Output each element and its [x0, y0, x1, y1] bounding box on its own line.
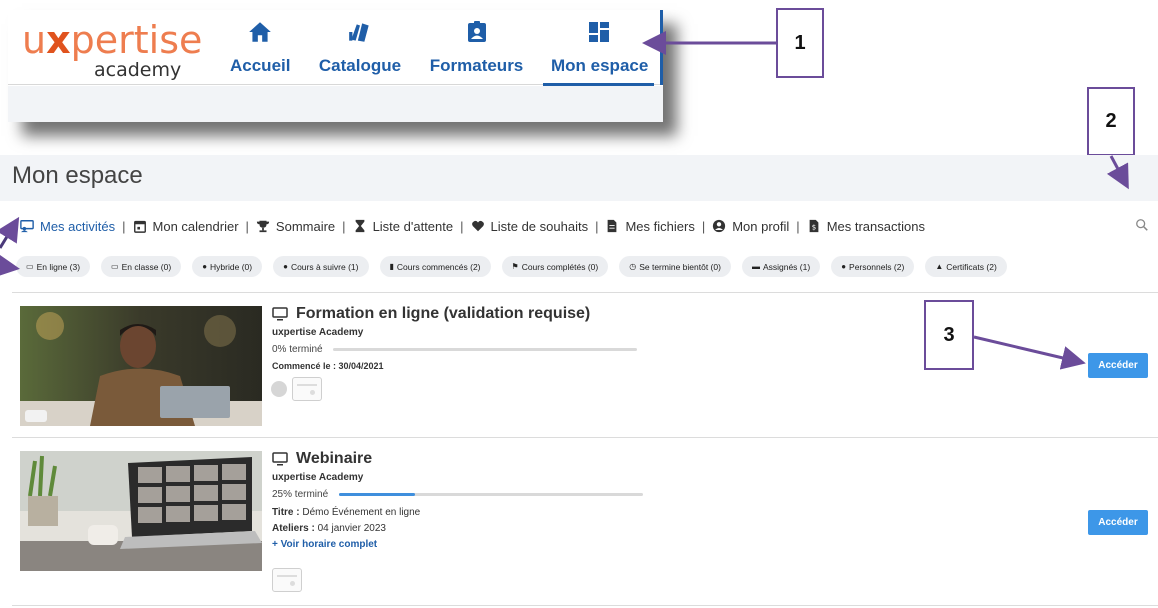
home-icon	[249, 22, 271, 42]
logo-wordmark: uxpertise	[22, 18, 203, 62]
started-date: Commencé le : 30/04/2021	[272, 361, 384, 371]
course-organization: uxpertise Academy	[272, 327, 364, 338]
clock-icon: ◷	[629, 262, 637, 271]
nav-card: uxpertise academy Accueil Catalogue Form…	[8, 10, 663, 122]
workshops-date: Ateliers : 04 janvier 2023	[272, 523, 386, 534]
view-full-schedule-link[interactable]: + Voir horaire complet	[272, 539, 377, 550]
session-title: Titre : Démo Événement en ligne	[272, 507, 421, 518]
tab-separator: |	[460, 218, 464, 234]
tab-separator: |	[342, 218, 346, 234]
course-thumbnail-formation[interactable]	[20, 306, 262, 426]
trophy-icon	[256, 220, 270, 233]
progress-label: 25% terminé	[272, 489, 329, 500]
arrow-chips	[0, 253, 20, 278]
page-title: Mon espace	[12, 162, 143, 189]
tab-separator: |	[122, 218, 126, 234]
access-button[interactable]: Accéder	[1088, 353, 1148, 378]
logo-subtitle: academy	[94, 59, 182, 81]
course-divider	[12, 437, 1158, 438]
filter-chip-se-termine-bientot[interactable]: ◷ Se termine bientôt (0)	[619, 256, 731, 277]
nav-item-mon-espace[interactable]: Mon espace	[543, 18, 654, 86]
page-header	[0, 155, 1158, 201]
nav-item-formateurs[interactable]: Formateurs	[429, 18, 524, 82]
tab-separator: |	[245, 218, 249, 234]
arrow-3	[973, 335, 1086, 370]
filter-chip-cours-completes[interactable]: ⚑ Cours complétés (0)	[501, 256, 609, 277]
activity-tabs: Mes activités | Mon calendrier | Sommair…	[20, 216, 925, 236]
filter-chip-personnels[interactable]: ● Personnels (2)	[831, 256, 915, 277]
tab-liste-attente[interactable]: Liste d'attente	[353, 219, 453, 234]
filter-chip-hybride[interactable]: ● Hybride (0)	[192, 256, 263, 277]
nav-edge-accent	[660, 10, 663, 85]
certificate-icon[interactable]	[292, 377, 322, 401]
graduation-cap-icon: ▲	[935, 262, 944, 271]
filter-chips: ▭ En ligne (3) ▭ En classe (0) ● Hybride (0…	[16, 256, 1007, 277]
progress-label: 0% terminé	[272, 344, 323, 355]
receipt-icon: $	[809, 219, 819, 233]
course-title[interactable]: Formation en ligne (validation requise)	[272, 305, 590, 323]
person-icon: ●	[841, 262, 847, 271]
tab-mes-transactions[interactable]: $ Mes transactions	[807, 219, 925, 234]
check-circle-icon: ●	[202, 262, 208, 271]
tab-mes-activites[interactable]: Mes activités	[20, 219, 115, 234]
trainer-badge-icon	[467, 21, 486, 42]
dashboard-icon	[588, 22, 609, 42]
course-title[interactable]: Webinaire	[272, 450, 372, 468]
heart-icon	[471, 220, 484, 232]
activities-icon	[20, 220, 34, 233]
tab-mes-fichiers[interactable]: Mes fichiers	[605, 219, 695, 234]
monitor-icon	[272, 307, 288, 321]
laptop-video-call-image	[20, 451, 262, 571]
id-card-icon: ▬	[751, 262, 760, 271]
man-with-laptop-image	[20, 306, 262, 426]
filter-chip-en-ligne[interactable]: ▭ En ligne (3)	[16, 256, 91, 277]
search-icon[interactable]	[1135, 218, 1149, 232]
file-icon	[608, 219, 617, 233]
filter-chip-cours-a-suivre[interactable]: ● Cours à suivre (1)	[273, 256, 369, 277]
nav-item-accueil[interactable]: Accueil	[230, 18, 290, 82]
course-thumbnail-webinaire[interactable]	[20, 451, 262, 571]
monitor-icon	[272, 452, 288, 466]
annotation-3: 3	[924, 300, 974, 370]
filter-chip-assignes[interactable]: ▬ Assignés (1)	[741, 256, 821, 277]
user-circle-icon	[713, 219, 726, 233]
plus-circle-icon: ●	[283, 262, 288, 271]
course-organization: uxpertise Academy	[272, 472, 364, 483]
progress-fill	[339, 493, 415, 496]
tab-mon-profil[interactable]: Mon profil	[712, 219, 789, 234]
progress-bar	[333, 348, 637, 351]
classroom-icon: ▭	[111, 262, 119, 271]
arrow-tabs	[0, 216, 20, 249]
tab-sommaire[interactable]: Sommaire	[256, 219, 335, 234]
tab-mon-calendrier[interactable]: Mon calendrier	[133, 219, 239, 234]
tab-separator: |	[701, 218, 706, 234]
svg-text:$: $	[811, 224, 815, 232]
access-button[interactable]: Accéder	[1088, 510, 1148, 535]
filter-chip-certificats[interactable]: ▲ Certificats (2)	[925, 256, 1007, 277]
nav-item-catalogue[interactable]: Catalogue	[318, 18, 402, 82]
books-icon	[349, 23, 369, 42]
annotation-1: 1	[776, 8, 824, 78]
top-navigation: uxpertise academy Accueil Catalogue Form…	[8, 10, 663, 86]
filter-chip-cours-commences[interactable]: ▮ Cours commencés (2)	[379, 256, 491, 277]
filter-chip-en-classe[interactable]: ▭ En classe (0)	[101, 256, 182, 277]
nav-subbar	[8, 86, 663, 122]
tab-separator: |	[796, 218, 800, 234]
hourglass-icon	[355, 219, 364, 233]
tab-separator: |	[595, 218, 599, 234]
certificate-icon[interactable]	[272, 568, 302, 592]
monitor-icon: ▭	[26, 262, 34, 271]
section-divider	[12, 292, 1158, 293]
progress-bar	[339, 493, 643, 496]
flag-icon: ⚑	[511, 262, 519, 271]
course-divider	[12, 605, 1158, 606]
tab-liste-souhaits[interactable]: Liste de souhaits	[471, 219, 588, 234]
uxpertise-logo[interactable]: uxpertise academy	[22, 20, 202, 81]
status-dot	[271, 381, 287, 397]
calendar-icon	[133, 220, 146, 233]
annotation-2: 2	[1087, 87, 1135, 156]
bookmark-icon: ▮	[389, 262, 394, 271]
